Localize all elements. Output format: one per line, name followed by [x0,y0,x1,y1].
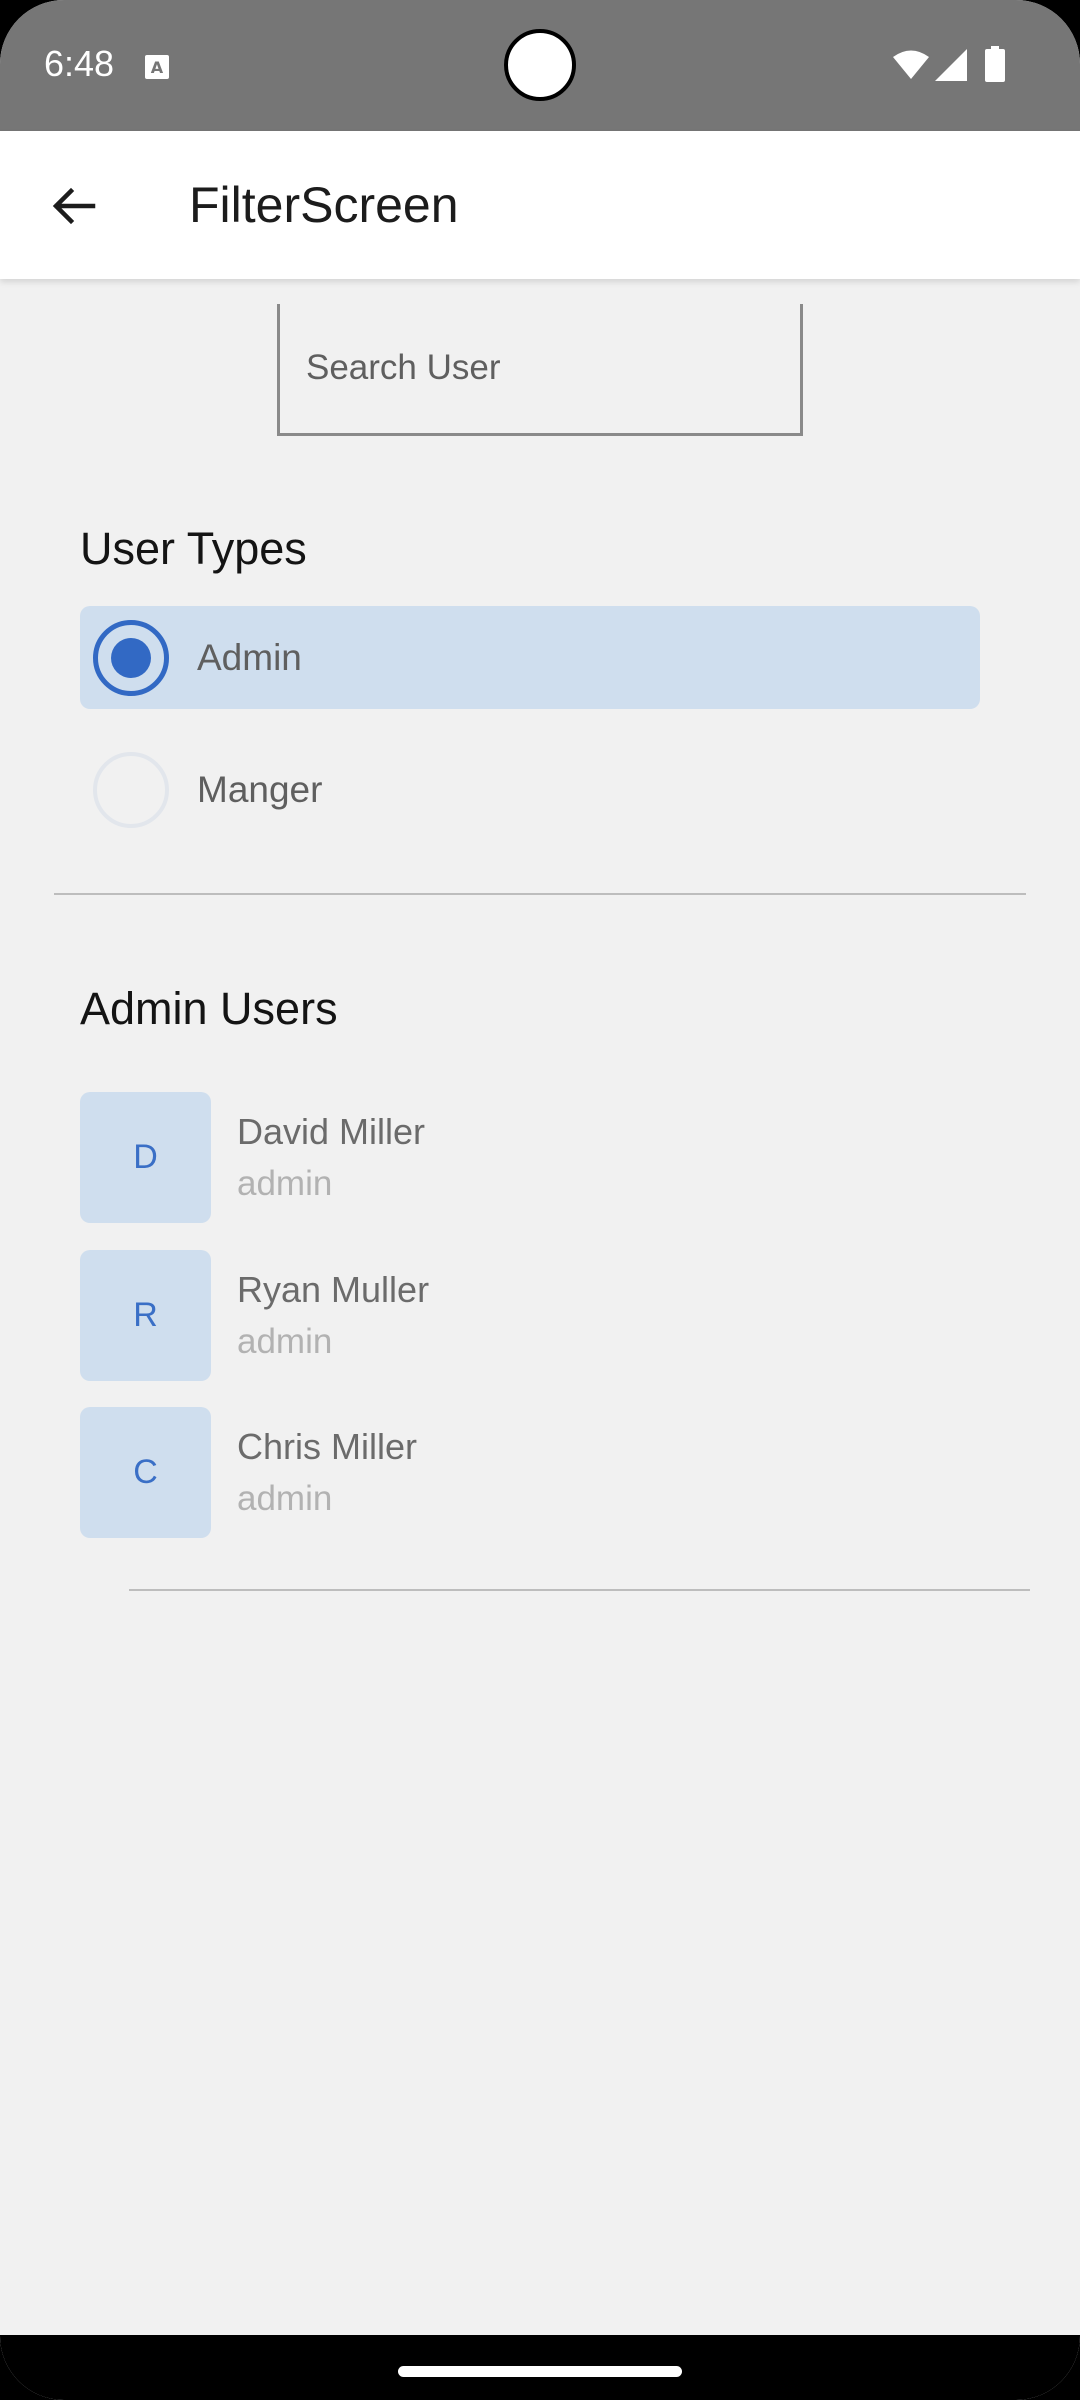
wifi-icon [893,50,929,79]
search-field[interactable] [277,304,803,436]
back-button[interactable] [28,161,118,251]
camera-cutout [504,29,576,101]
user-name: Ryan Muller [237,1269,430,1310]
phone-screen: 6:48 A FilterScreen User Types [0,0,1080,2400]
user-name: Chris Miller [237,1426,417,1467]
avatar: C [80,1407,211,1538]
list-item[interactable]: R Ryan Muller admin [80,1250,980,1381]
search-input[interactable] [306,344,766,392]
radio-unchecked-icon[interactable] [93,752,169,828]
user-role: admin [237,1164,333,1203]
avatar: D [80,1092,211,1223]
admin-users-heading: Admin Users [80,983,338,1034]
user-role: admin [237,1322,333,1361]
app-bar: FilterScreen [0,131,1080,279]
radio-label: Manger [197,769,323,810]
page-title: FilterScreen [189,177,459,233]
battery-icon [985,46,1005,82]
radio-checked-icon[interactable] [93,620,169,696]
home-handle[interactable] [398,2366,682,2377]
user-role: admin [237,1479,333,1518]
text-a-icon: A [145,55,169,79]
svg-text:A: A [151,58,164,77]
radio-option-admin[interactable]: Admin [80,606,980,709]
radio-dot [111,638,151,678]
list-item[interactable]: C Chris Miller admin [80,1407,980,1538]
arrow-left-icon [52,187,96,225]
status-bar: 6:48 A [0,0,1080,131]
radio-label: Admin [197,637,302,678]
navigation-bar [0,2335,1080,2400]
list-item[interactable]: D David Miller admin [80,1092,980,1223]
user-types-heading: User Types [80,523,307,574]
avatar: R [80,1250,211,1381]
radio-option-manger[interactable]: Manger [80,738,980,841]
status-time: 6:48 [44,43,115,84]
user-name: David Miller [237,1111,426,1152]
list-divider [129,1589,1030,1591]
signal-icon [935,49,967,81]
section-divider [54,893,1026,895]
